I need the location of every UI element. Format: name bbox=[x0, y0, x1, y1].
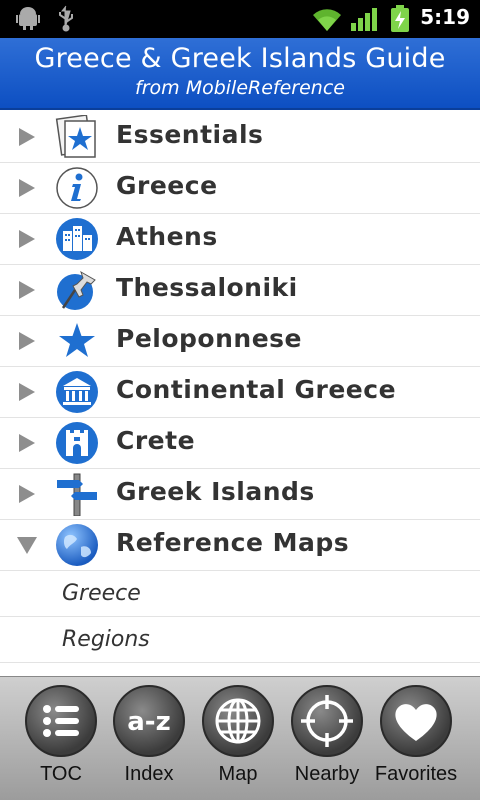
toc-item-label: Greek Islands bbox=[116, 477, 315, 506]
favorites-button[interactable]: Favorites bbox=[372, 685, 460, 786]
toc-item-label: Peloponnese bbox=[116, 324, 302, 353]
city-buildings-icon bbox=[56, 218, 98, 260]
app-header: Greece & Greek Islands Guide from Mobile… bbox=[0, 38, 480, 110]
crosshair-icon[interactable] bbox=[291, 685, 363, 757]
wifi-icon bbox=[311, 5, 343, 37]
toc-item-label: Thessaloniki bbox=[116, 273, 298, 302]
page-subtitle: from MobileReference bbox=[135, 77, 345, 99]
a-z-icon[interactable]: a-z bbox=[113, 685, 185, 757]
toc-item-label: Continental Greece bbox=[116, 375, 397, 404]
map-button[interactable]: Map bbox=[194, 685, 282, 786]
heart-icon[interactable] bbox=[380, 685, 452, 757]
pushpin-icon bbox=[57, 270, 96, 310]
info-icon bbox=[56, 167, 98, 209]
collapse-arrow-icon[interactable] bbox=[16, 534, 38, 556]
toc-item-label: Reference Maps bbox=[116, 528, 350, 557]
status-time: 5:19 bbox=[420, 5, 470, 29]
toc-subitem-regions[interactable]: Regions bbox=[0, 617, 480, 663]
expand-arrow-icon[interactable] bbox=[16, 432, 38, 454]
battery-charging-icon bbox=[390, 5, 410, 37]
expand-arrow-icon[interactable] bbox=[16, 279, 38, 301]
map-button-label: Map bbox=[218, 763, 258, 785]
toc-button[interactable]: TOC bbox=[17, 685, 105, 786]
toc-item-label: Essentials bbox=[116, 120, 264, 149]
toc-item-greece[interactable]: Greece bbox=[0, 163, 480, 214]
toc-subitem-greece[interactable]: Greece bbox=[0, 571, 480, 617]
temple-icon bbox=[56, 371, 98, 413]
toc-item-continental-greece[interactable]: Continental Greece bbox=[0, 367, 480, 418]
status-bar: 5:19 bbox=[0, 0, 480, 38]
toc-item-crete[interactable]: Crete bbox=[0, 418, 480, 469]
toc-item-athens[interactable]: Athens bbox=[0, 214, 480, 265]
toc-list[interactable]: Essentials Greece Athens Thessaloniki Pe… bbox=[0, 112, 480, 676]
toc-item-thessaloniki[interactable]: Thessaloniki bbox=[0, 265, 480, 316]
toc-item-label: Athens bbox=[116, 222, 218, 251]
star-page-icon bbox=[55, 115, 96, 158]
expand-arrow-icon[interactable] bbox=[16, 126, 38, 148]
index-button[interactable]: a-z Index bbox=[105, 685, 193, 786]
signal-icon bbox=[350, 5, 378, 37]
toc-subitem-label: Greece bbox=[62, 581, 141, 606]
nearby-button[interactable]: Nearby bbox=[283, 685, 371, 786]
toc-button-label: TOC bbox=[40, 763, 82, 785]
list-icon[interactable] bbox=[25, 685, 97, 757]
expand-arrow-icon[interactable] bbox=[16, 381, 38, 403]
globe-grid-icon[interactable] bbox=[202, 685, 274, 757]
expand-arrow-icon[interactable] bbox=[16, 330, 38, 352]
toc-item-label: Crete bbox=[116, 426, 196, 455]
usb-icon bbox=[56, 5, 76, 37]
android-debug-icon bbox=[16, 5, 40, 35]
toc-subitem-label: Regions bbox=[62, 627, 150, 652]
page-title: Greece & Greek Islands Guide bbox=[34, 43, 446, 74]
index-button-label: Index bbox=[124, 763, 174, 785]
expand-arrow-icon[interactable] bbox=[16, 483, 38, 505]
bottom-nav: TOC a-z Index Map Nearby Favorites bbox=[0, 676, 480, 800]
toc-item-reference-maps[interactable]: Reference Maps bbox=[0, 520, 480, 571]
svg-text:a-z: a-z bbox=[127, 707, 170, 737]
globe-icon bbox=[56, 524, 98, 566]
expand-arrow-icon[interactable] bbox=[16, 177, 38, 199]
toc-item-greek-islands[interactable]: Greek Islands bbox=[0, 469, 480, 520]
toc-item-peloponnese[interactable]: Peloponnese bbox=[0, 316, 480, 367]
signpost-icon bbox=[57, 473, 97, 516]
star-icon bbox=[59, 323, 95, 357]
nearby-button-label: Nearby bbox=[294, 763, 360, 785]
favorites-button-label: Favorites bbox=[374, 763, 458, 785]
castle-tower-icon bbox=[56, 422, 98, 464]
expand-arrow-icon[interactable] bbox=[16, 228, 38, 250]
toc-item-label: Greece bbox=[116, 171, 218, 200]
toc-item-essentials[interactable]: Essentials bbox=[0, 112, 480, 163]
